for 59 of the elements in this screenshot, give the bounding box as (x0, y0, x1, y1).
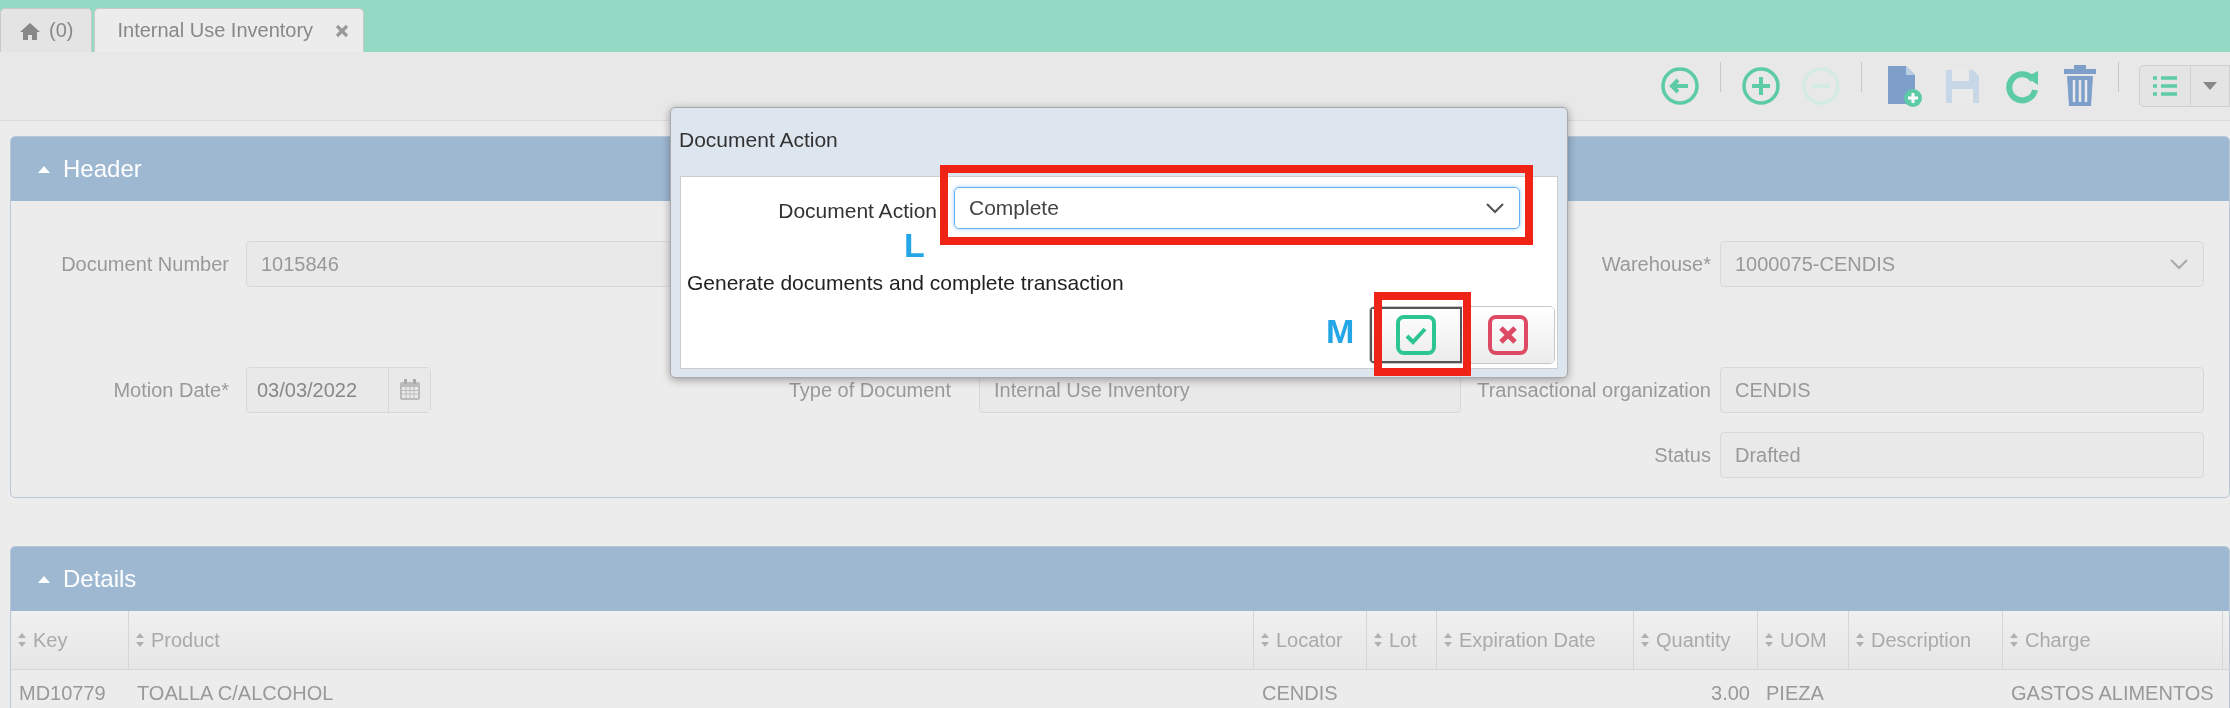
calendar-icon (398, 379, 421, 401)
column-header[interactable]: Charge (2003, 611, 2223, 669)
table-cell-text: CENDIS (1261, 681, 1339, 706)
panel-header[interactable]: Details (11, 547, 2229, 611)
sort-icon[interactable] (1640, 631, 1650, 649)
column-header[interactable]: Locator (1254, 611, 1367, 669)
field-label: Transactional organization (1476, 378, 1712, 403)
sort-icon[interactable] (1260, 631, 1270, 649)
table-cell-text: 3.00 (1710, 681, 1751, 706)
text-field[interactable]: Drafted (1720, 432, 2204, 478)
close-icon[interactable] (335, 23, 350, 38)
table-cell-text: GASTOS ALIMENTOS (2010, 681, 2215, 706)
date-field[interactable]: 03/03/2022 (246, 367, 431, 413)
ok-button[interactable] (1370, 307, 1462, 363)
view-menu-button[interactable] (2139, 65, 2230, 107)
column-header[interactable]: Lot (1367, 611, 1437, 669)
field-label: Document Number (60, 252, 230, 277)
field-label: Warehouse* (1600, 252, 1712, 277)
table-cell-text: PIEZA (1765, 681, 1825, 706)
add-icon[interactable] (1741, 66, 1781, 106)
column-header[interactable]: Description (1849, 611, 2003, 669)
column-header[interactable]: Key (11, 611, 129, 669)
select-field[interactable]: Complete (954, 187, 1520, 229)
chevron-down-icon (2169, 258, 2189, 270)
collapse-icon[interactable] (37, 164, 51, 174)
back-icon[interactable] (1660, 66, 1700, 106)
list-icon (2152, 76, 2178, 96)
field-label: Document Action (778, 199, 937, 223)
trash-icon[interactable] (2062, 64, 2098, 108)
chevron-down-icon (1485, 202, 1505, 214)
column-header[interactable]: Product (129, 611, 1254, 669)
column-header[interactable]: Quantity (1634, 611, 1758, 669)
text-field[interactable]: CENDIS (1720, 367, 2204, 413)
column-header[interactable]: UOM (1758, 611, 1849, 669)
field-label: Motion Date* (112, 378, 230, 403)
tab[interactable]: Internal Use Inventory (94, 8, 365, 52)
sort-icon[interactable] (1855, 631, 1865, 649)
table-cell-text: MD10779 (18, 681, 107, 706)
callout-letter: L (904, 226, 925, 265)
select-field[interactable]: 1000075-CENDIS (1720, 241, 2204, 287)
sort-icon[interactable] (1373, 631, 1383, 649)
column-header[interactable]: Expiration Date (1437, 611, 1634, 669)
calendar-button[interactable] (388, 368, 430, 412)
caret-icon (2203, 82, 2217, 90)
cancel-button[interactable] (1462, 307, 1554, 363)
tab[interactable]: (0) (0, 8, 93, 52)
sort-icon[interactable] (135, 631, 145, 649)
field-label: Type of Document (787, 378, 952, 403)
sort-icon[interactable] (2009, 631, 2019, 649)
close-icon (1488, 315, 1528, 355)
table-cell-text: TOALLA C/ALCOHOL (136, 681, 335, 706)
field-label: Status (1653, 443, 1712, 468)
sort-icon[interactable] (1443, 631, 1453, 649)
collapse-icon[interactable] (37, 574, 51, 584)
sort-icon[interactable] (1764, 631, 1774, 649)
callout-letter: M (1326, 312, 1355, 351)
check-icon (1396, 315, 1436, 355)
home-icon (19, 21, 41, 40)
sort-icon[interactable] (17, 631, 27, 649)
